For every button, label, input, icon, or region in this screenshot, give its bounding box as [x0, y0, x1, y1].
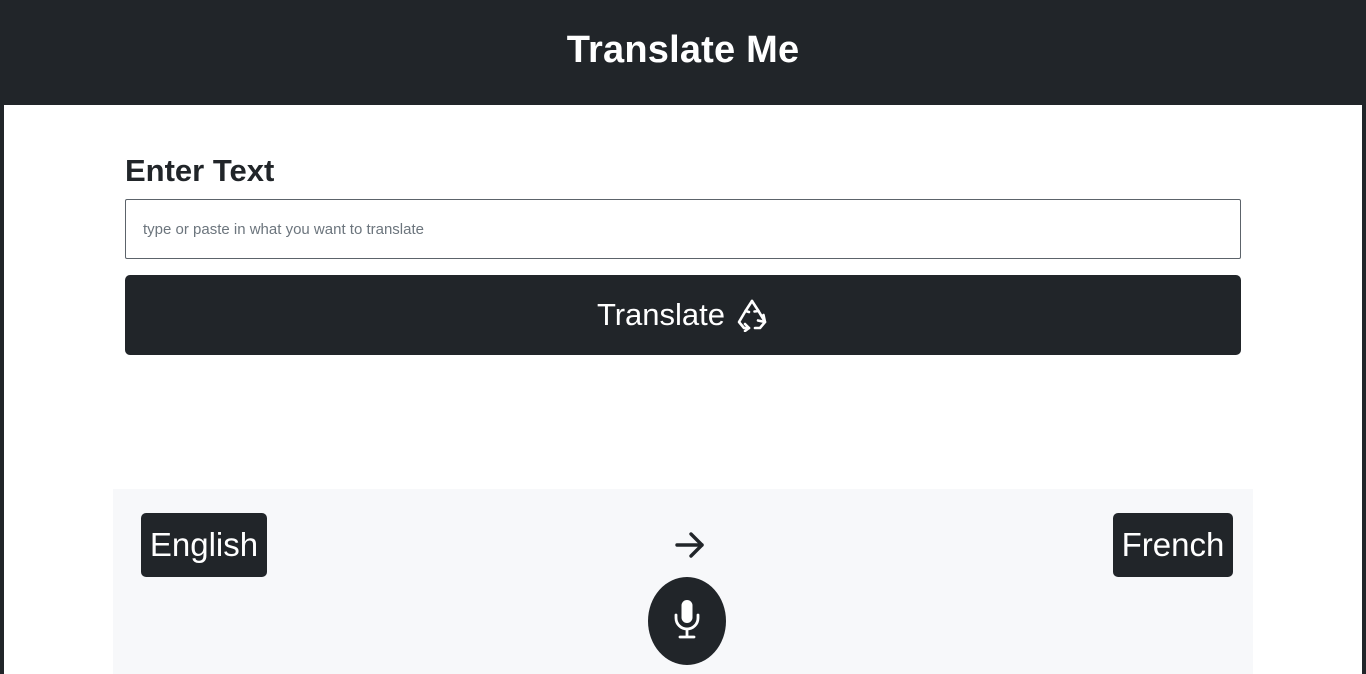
app-window: Translate Me Enter Text Translate Englis…	[4, 0, 1362, 674]
recycle-icon	[735, 298, 769, 332]
translate-button[interactable]: Translate	[125, 275, 1241, 355]
microphone-button[interactable]	[648, 577, 726, 665]
language-panel: English French	[113, 489, 1253, 674]
source-language-badge[interactable]: English	[141, 513, 267, 577]
page-title: Translate Me	[566, 29, 800, 71]
target-language-badge[interactable]: French	[1113, 513, 1233, 577]
translate-text-input[interactable]	[125, 199, 1241, 259]
arrow-right-icon	[673, 530, 707, 560]
header-bar: Translate Me	[4, 0, 1362, 105]
enter-text-label: Enter Text	[125, 153, 275, 188]
translate-button-label: Translate	[596, 297, 726, 332]
microphone-icon	[672, 598, 702, 645]
